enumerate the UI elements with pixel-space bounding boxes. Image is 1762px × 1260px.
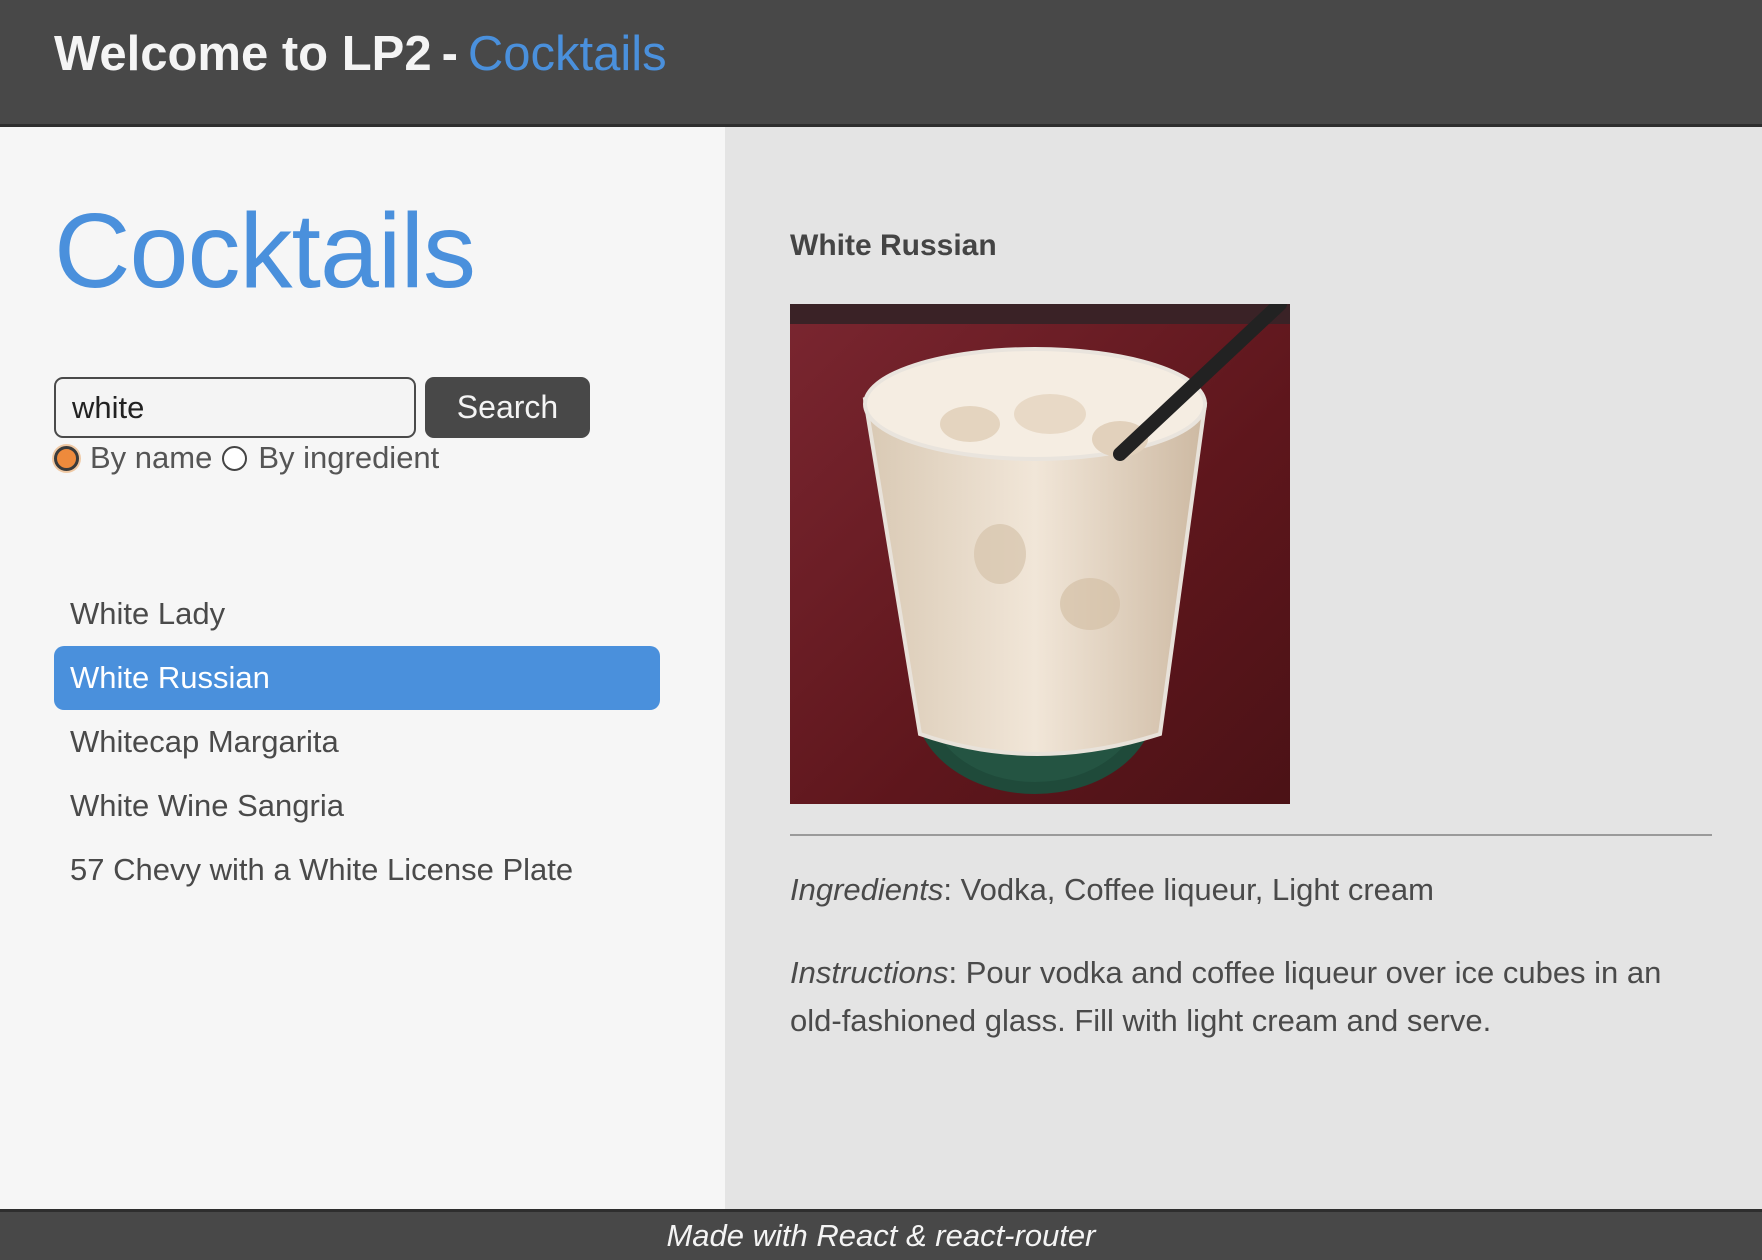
search-mode-group: By name By ingredient bbox=[54, 440, 449, 476]
list-item[interactable]: Whitecap Margarita bbox=[54, 710, 660, 774]
radio-by-name-label[interactable]: By name bbox=[90, 440, 212, 476]
ingredients-label: Ingredients bbox=[790, 872, 944, 907]
list-item-selected[interactable]: White Russian bbox=[54, 646, 660, 710]
radio-by-ingredient[interactable] bbox=[222, 445, 248, 471]
list-item[interactable]: White Lady bbox=[54, 582, 660, 646]
app-title-text: Welcome to LP2 bbox=[54, 27, 432, 81]
divider bbox=[790, 834, 1712, 836]
page-title: Cocktails bbox=[54, 192, 476, 310]
search-button[interactable]: Search bbox=[425, 377, 590, 438]
instructions-text: Instructions: Pour vodka and coffee liqu… bbox=[790, 949, 1712, 1045]
ingredients-text: Ingredients: Vodka, Coffee liqueur, Ligh… bbox=[790, 872, 1434, 908]
app-title: Welcome to LP2- Cocktails bbox=[54, 26, 667, 82]
list-item[interactable]: White Wine Sangria bbox=[54, 774, 660, 838]
app-title-separator: - bbox=[441, 27, 458, 81]
results-list: White Lady White Russian Whitecap Margar… bbox=[54, 582, 660, 902]
radio-by-name[interactable] bbox=[54, 445, 79, 471]
cocktail-photo-icon bbox=[790, 304, 1290, 804]
search-panel: Cocktails Search By name By ingredient W… bbox=[0, 127, 725, 1209]
cocktail-title: White Russian bbox=[790, 229, 997, 262]
cocktail-photo bbox=[790, 304, 1290, 804]
search-input[interactable] bbox=[54, 377, 416, 438]
list-item[interactable]: 57 Chevy with a White License Plate bbox=[54, 838, 660, 902]
ingredients-value: : Vodka, Coffee liqueur, Light cream bbox=[943, 872, 1434, 907]
app-footer: Made with React & react-router bbox=[0, 1209, 1762, 1260]
detail-panel: White Russian Ingredients: Vodka, Coffee… bbox=[725, 127, 1762, 1209]
app-section-link[interactable]: Cocktails bbox=[468, 27, 667, 81]
instructions-label: Instructions bbox=[790, 955, 949, 990]
app-header: Welcome to LP2- Cocktails bbox=[0, 0, 1762, 127]
radio-by-ingredient-label[interactable]: By ingredient bbox=[258, 440, 439, 476]
